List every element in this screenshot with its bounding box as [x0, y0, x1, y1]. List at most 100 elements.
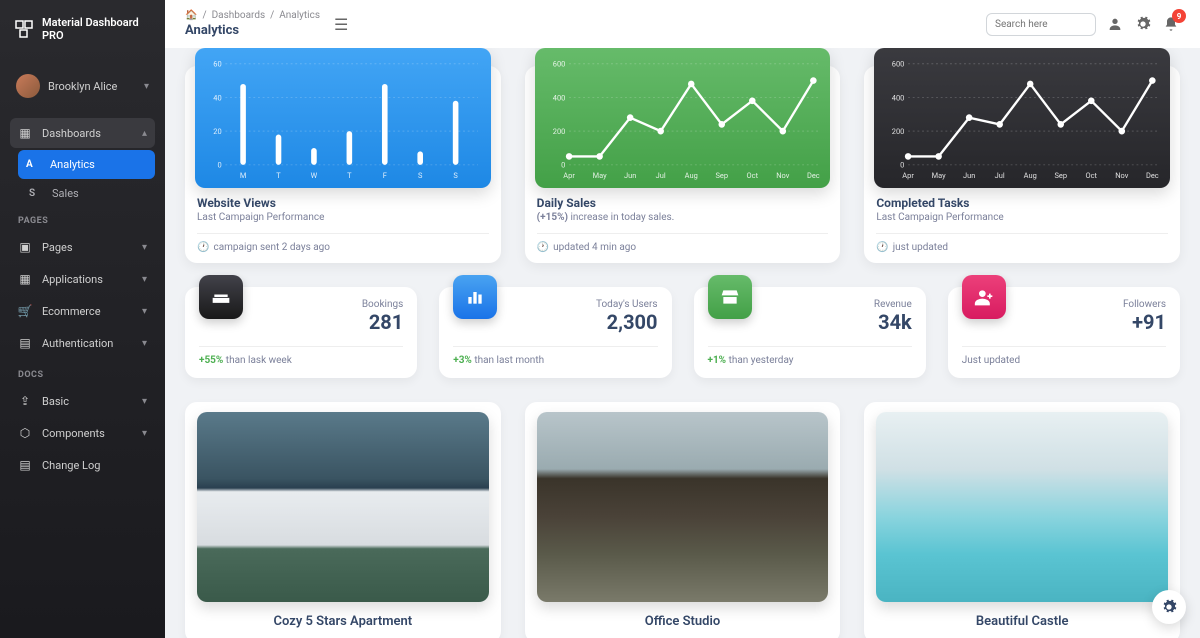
breadcrumb-area: 🏠 / Dashboards / Analytics Analytics — [185, 10, 320, 38]
brand[interactable]: Material Dashboard PRO — [10, 16, 155, 42]
chart-title: Completed Tasks — [876, 196, 1168, 210]
stat-card-bookings: Bookings281 +55% than lask week — [185, 287, 417, 378]
sidebar-label: Pages — [42, 241, 73, 254]
svg-text:600: 600 — [892, 60, 905, 69]
svg-text:Sep: Sep — [715, 171, 728, 180]
breadcrumb-dashboards[interactable]: Dashboards — [212, 10, 266, 21]
sidebar-label: Ecommerce — [42, 305, 101, 318]
stats-row: Bookings281 +55% than lask week Today's … — [185, 287, 1180, 378]
svg-text:0: 0 — [561, 161, 565, 170]
svg-text:20: 20 — [213, 127, 221, 136]
sidebar-label: Analytics — [50, 158, 95, 171]
gear-icon[interactable] — [1134, 15, 1152, 33]
chart-footer: 🕐updated 4 min ago — [537, 233, 829, 253]
settings-fab[interactable] — [1152, 590, 1186, 624]
brand-icon — [14, 18, 34, 40]
chart-title: Daily Sales — [537, 196, 829, 210]
sidebar-label: Components — [42, 427, 105, 440]
user-menu[interactable]: Brooklyn Alice ▾ — [10, 66, 155, 106]
sidebar: Material Dashboard PRO Brooklyn Alice ▾ … — [0, 0, 165, 638]
components-icon: ⬡ — [18, 426, 32, 440]
section-label-pages: PAGES — [10, 206, 155, 232]
search-input[interactable] — [986, 13, 1096, 36]
svg-text:Jul: Jul — [655, 171, 665, 180]
svg-text:0: 0 — [901, 161, 905, 170]
sidebar-item-ecommerce[interactable]: 🛒 Ecommerce ▾ — [10, 296, 155, 326]
clock-icon: 🕐 — [876, 242, 888, 253]
sidebar-item-changelog[interactable]: ▤ Change Log — [10, 450, 155, 480]
svg-text:Dec: Dec — [1146, 171, 1159, 180]
svg-text:Jul: Jul — [995, 171, 1005, 180]
sidebar-item-sales[interactable]: S Sales — [18, 181, 155, 206]
chart-title: Website Views — [197, 196, 489, 210]
svg-text:S: S — [418, 171, 423, 180]
chart-footer: 🕐campaign sent 2 days ago — [197, 233, 489, 253]
weekend-icon — [199, 275, 243, 319]
sidebar-label: Basic — [42, 395, 69, 408]
chart-subtitle: Last Campaign Performance — [197, 212, 489, 223]
sidebar-item-dashboards[interactable]: ▦ Dashboards ▴ — [10, 118, 155, 148]
breadcrumb-analytics: Analytics — [279, 10, 320, 21]
topbar-actions: 9 — [986, 13, 1180, 36]
svg-text:Dec: Dec — [807, 171, 820, 180]
sidebar-item-basic[interactable]: ⇪ Basic ▾ — [10, 386, 155, 416]
stat-footer: +1% than yesterday — [708, 346, 912, 366]
svg-text:T: T — [347, 171, 352, 180]
property-title: Office Studio — [537, 614, 829, 629]
stat-footer: +3% than last month — [453, 346, 657, 366]
svg-text:Aug: Aug — [1024, 171, 1037, 180]
sidebar-item-components[interactable]: ⬡ Components ▾ — [10, 418, 155, 448]
sidebar-label: Authentication — [42, 337, 113, 350]
notification-badge: 9 — [1172, 9, 1186, 23]
svg-text:Sep: Sep — [1055, 171, 1068, 180]
svg-text:Jun: Jun — [624, 171, 636, 180]
chart-line: 0200400600AprMayJunJulAugSepOctNovDec — [874, 48, 1170, 188]
account-icon[interactable] — [1106, 15, 1124, 33]
svg-text:Jun: Jun — [963, 171, 975, 180]
chevron-down-icon: ▾ — [142, 242, 147, 253]
chevron-down-icon: ▾ — [142, 428, 147, 439]
property-card[interactable]: Cozy 5 Stars Apartment — [185, 402, 501, 638]
sidebar-item-authentication[interactable]: ▤ Authentication ▾ — [10, 328, 155, 358]
svg-text:Apr: Apr — [903, 171, 915, 180]
clock-icon: 🕐 — [197, 242, 209, 253]
svg-text:200: 200 — [892, 127, 905, 136]
charts-row: 0204060MTWTFSS Website Views Last Campai… — [185, 66, 1180, 263]
content: 0204060MTWTFSS Website Views Last Campai… — [165, 48, 1200, 638]
user-name: Brooklyn Alice — [48, 80, 117, 93]
notifications-icon[interactable]: 9 — [1162, 15, 1180, 33]
chart-line: 0200400600AprMayJunJulAugSepOctNovDec — [535, 48, 831, 188]
chart-card-website-views: 0204060MTWTFSS Website Views Last Campai… — [185, 66, 501, 263]
stat-footer: Just updated — [962, 346, 1166, 366]
section-label-docs: DOCS — [10, 360, 155, 386]
property-card[interactable]: Beautiful Castle — [864, 402, 1180, 638]
chevron-down-icon: ▾ — [142, 274, 147, 285]
svg-text:Oct: Oct — [746, 171, 758, 180]
svg-text:Nov: Nov — [776, 171, 789, 180]
svg-text:Oct: Oct — [1086, 171, 1098, 180]
brand-label: Material Dashboard PRO — [42, 16, 151, 42]
svg-text:W: W — [311, 171, 318, 180]
bar-chart-icon — [453, 275, 497, 319]
cart-icon: 🛒 — [18, 304, 32, 318]
sidebar-item-applications[interactable]: ▦ Applications ▾ — [10, 264, 155, 294]
sidebar-label: Change Log — [42, 459, 100, 472]
chevron-down-icon: ▾ — [142, 306, 147, 317]
chevron-up-icon: ▴ — [142, 128, 147, 139]
clock-icon: 🕐 — [537, 242, 549, 253]
topbar: 🏠 / Dashboards / Analytics Analytics ☰ 9 — [165, 0, 1200, 48]
svg-text:May: May — [592, 171, 606, 180]
svg-text:T: T — [276, 171, 281, 180]
avatar — [16, 74, 40, 98]
home-icon[interactable]: 🏠 — [185, 10, 197, 21]
svg-text:60: 60 — [213, 60, 221, 69]
sidebar-item-analytics[interactable]: A Analytics — [18, 150, 155, 179]
property-title: Cozy 5 Stars Apartment — [197, 614, 489, 629]
properties-row: Cozy 5 Stars Apartment Office Studio Bea… — [185, 402, 1180, 638]
chevron-down-icon: ▾ — [144, 81, 149, 92]
property-card[interactable]: Office Studio — [525, 402, 841, 638]
sidebar-item-pages[interactable]: ▣ Pages ▾ — [10, 232, 155, 262]
svg-text:Apr: Apr — [563, 171, 575, 180]
menu-toggle-icon[interactable]: ☰ — [334, 15, 348, 34]
person-add-icon — [962, 275, 1006, 319]
